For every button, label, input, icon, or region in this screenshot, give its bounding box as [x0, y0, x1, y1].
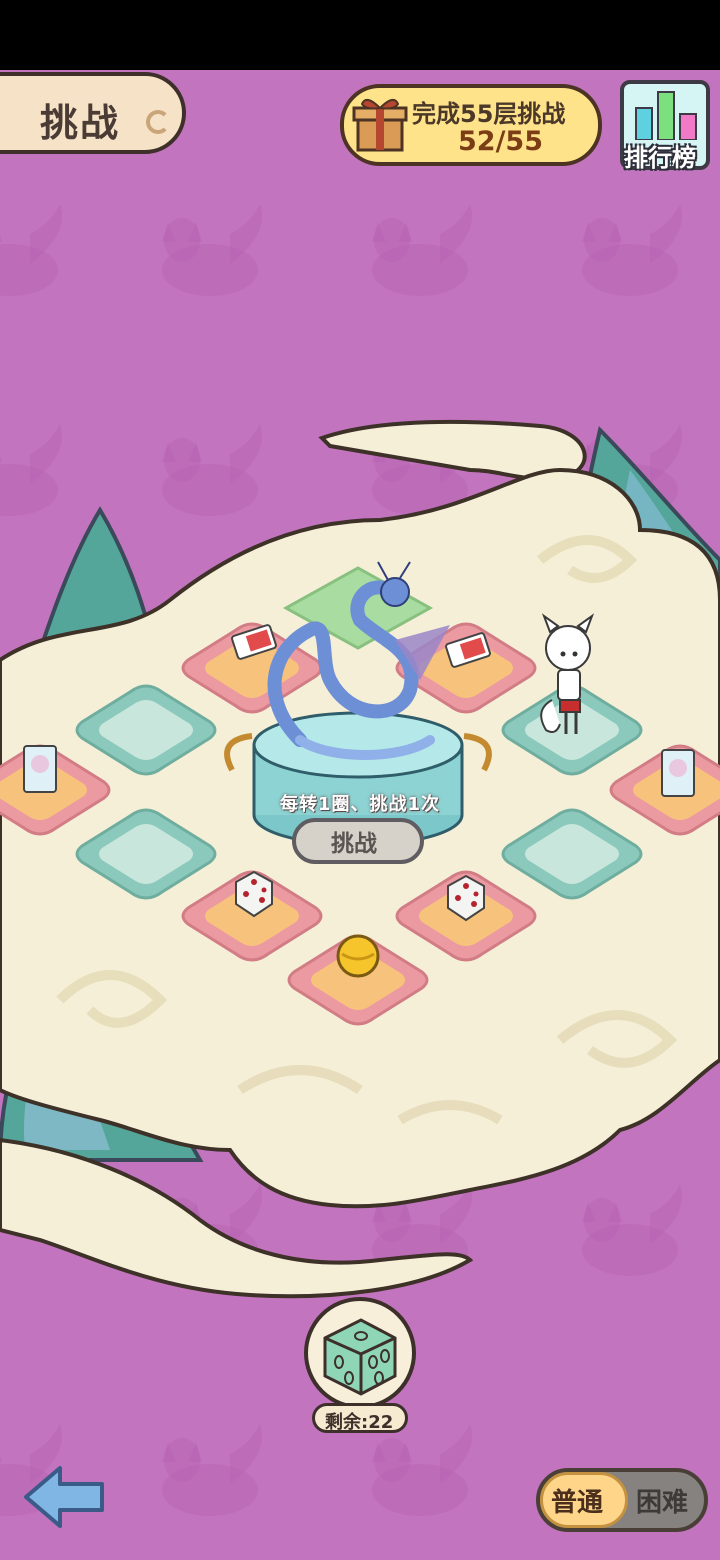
cloud-swirl-icon: [146, 110, 170, 134]
task-progress-count: 52/55: [458, 126, 544, 157]
gift-box-icon[interactable]: [350, 94, 410, 154]
board-tile: [501, 808, 643, 900]
mode-hard-label[interactable]: 困难: [636, 1482, 688, 1519]
character-card-icon: [23, 745, 57, 793]
board-tile: [75, 808, 217, 900]
back-arrow-icon[interactable]: [22, 1462, 108, 1532]
board-tile: [75, 684, 217, 776]
page-title: 挑战: [40, 101, 121, 145]
roll-dice-button[interactable]: [303, 1296, 417, 1410]
task-label: 完成55层挑战: [412, 100, 566, 128]
character-card-icon: [661, 749, 695, 797]
coin-icon: [336, 934, 380, 978]
challenge-button-label: 挑战: [331, 831, 377, 857]
mode-normal-label: 普通: [551, 1488, 604, 1518]
ranking-label: 排行榜: [624, 144, 696, 172]
ranking-chart-icon: [635, 91, 697, 140]
challenge-hint: 每转1圈、挑战1次: [280, 794, 441, 815]
remaining-rolls-text: 剩余:22: [325, 1412, 394, 1433]
game-screen: 挑战 完成55层挑战 52/55 排行榜 每转1圈、挑战1次 挑战 剩余:22: [0, 0, 720, 1560]
